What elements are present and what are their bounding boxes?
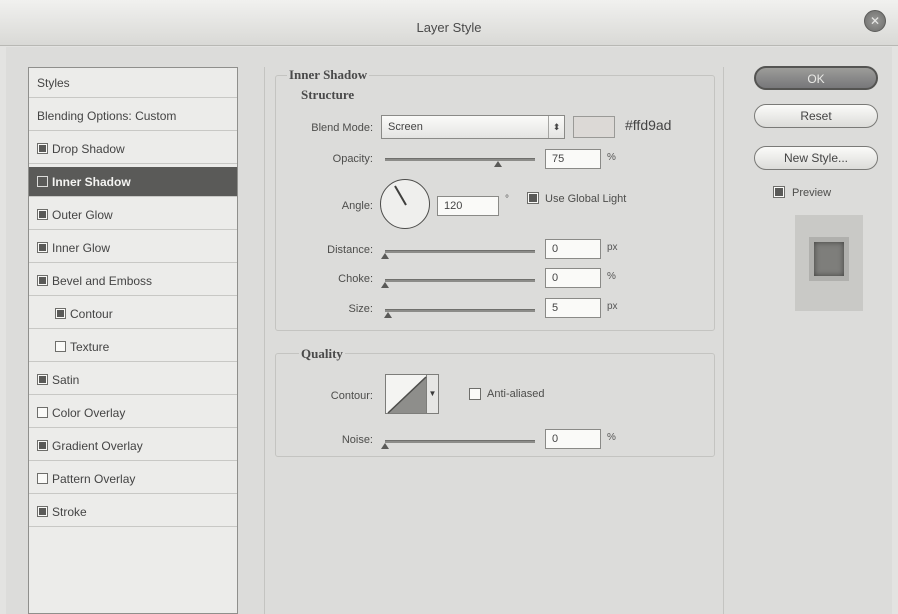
style-item-bevel-and-emboss[interactable]: Bevel and Emboss [29, 266, 237, 296]
style-item-label: Texture [70, 339, 110, 354]
anti-aliased-checkbox[interactable] [469, 388, 481, 400]
style-item-checkbox[interactable] [37, 176, 48, 187]
slider-thumb[interactable] [384, 312, 392, 318]
style-item-checkbox[interactable] [55, 341, 66, 352]
noise-field[interactable]: 0 [545, 429, 601, 449]
blending-options-item[interactable]: Blending Options: Custom [29, 101, 237, 131]
size-label: Size: [348, 303, 373, 315]
choke-label: Choke: [338, 273, 373, 285]
distance-field[interactable]: 0 [545, 239, 601, 259]
opacity-field[interactable]: 75 [545, 149, 601, 169]
style-item-label: Drop Shadow [52, 141, 125, 156]
style-item-checkbox[interactable] [37, 275, 48, 286]
style-item-checkbox[interactable] [37, 143, 48, 154]
style-item-color-overlay[interactable]: Color Overlay [29, 398, 237, 428]
style-item-inner-shadow[interactable]: Inner Shadow [29, 167, 237, 197]
preview-swatch [809, 237, 849, 281]
style-item-stroke[interactable]: Stroke [29, 497, 237, 527]
style-item-checkbox[interactable] [37, 407, 48, 418]
style-item-checkbox[interactable] [37, 440, 48, 451]
angle-needle [394, 185, 407, 206]
angle-label: Angle: [341, 200, 373, 212]
blend-mode-select[interactable]: Screen ⬍ [381, 115, 565, 139]
reset-button[interactable]: Reset [754, 104, 878, 128]
opacity-label: Opacity: [332, 153, 373, 165]
slider-thumb[interactable] [493, 161, 502, 167]
style-item-inner-glow[interactable]: Inner Glow [29, 233, 237, 263]
styles-header-label: Styles [37, 75, 70, 90]
styles-header[interactable]: Styles [29, 68, 237, 98]
style-item-checkbox[interactable] [37, 374, 48, 385]
style-item-checkbox[interactable] [37, 473, 48, 484]
style-item-label: Bevel and Emboss [52, 273, 153, 288]
close-icon[interactable]: ✕ [864, 10, 886, 32]
styles-list: Styles Blending Options: Custom Drop Sha… [28, 67, 238, 614]
distance-slider[interactable] [381, 250, 535, 259]
choke-field[interactable]: 0 [545, 268, 601, 288]
chevron-down-icon: ⬍ [548, 116, 564, 138]
angle-dial-icon[interactable] [380, 179, 430, 229]
preview-label: Preview [792, 187, 832, 199]
style-item-label: Outer Glow [52, 207, 113, 222]
opacity-slider[interactable] [385, 158, 535, 167]
size-unit: px [607, 301, 618, 312]
shadow-color-swatch[interactable] [573, 116, 615, 138]
choke-slider[interactable] [381, 279, 535, 288]
section-title: Inner Shadow [287, 67, 370, 83]
angle-unit: ° [505, 194, 509, 205]
style-item-drop-shadow[interactable]: Drop Shadow [29, 134, 237, 164]
ok-button[interactable]: OK [754, 66, 878, 90]
angle-field[interactable]: 120 [437, 196, 499, 216]
slider-thumb[interactable] [381, 443, 389, 449]
style-item-label: Satin [52, 372, 80, 387]
size-field[interactable]: 5 [545, 298, 601, 318]
style-item-satin[interactable]: Satin [29, 365, 237, 395]
contour-curve-icon[interactable] [385, 374, 427, 414]
style-item-label: Inner Glow [52, 240, 111, 255]
style-item-checkbox[interactable] [37, 242, 48, 253]
slider-thumb[interactable] [381, 282, 389, 288]
slider-thumb[interactable] [381, 253, 389, 259]
noise-label: Noise: [341, 434, 373, 446]
distance-unit: px [607, 242, 618, 253]
preview-checkbox[interactable] [773, 186, 785, 198]
style-item-label: Pattern Overlay [52, 471, 136, 486]
size-slider[interactable] [384, 309, 535, 318]
style-item-label: Inner Shadow [52, 174, 131, 189]
window-title: Layer Style [416, 20, 482, 35]
inner-shadow-panel: Inner Shadow Structure Blend Mode: Scree… [264, 67, 724, 614]
noise-slider[interactable] [381, 440, 535, 449]
use-global-light-label: Use Global Light [545, 193, 627, 205]
blend-mode-label: Blend Mode: [311, 122, 373, 134]
style-item-label: Gradient Overlay [52, 438, 143, 453]
anti-aliased-label: Anti-aliased [487, 388, 545, 400]
title-bar: Layer Style ✕ [0, 0, 898, 46]
choke-unit: % [607, 271, 616, 282]
structure-title: Structure [299, 87, 357, 103]
color-hex-text: #ffd9ad [625, 117, 672, 133]
style-item-outer-glow[interactable]: Outer Glow [29, 200, 237, 230]
style-item-texture[interactable]: Texture [29, 332, 237, 362]
chevron-down-icon[interactable]: ▼ [427, 374, 439, 414]
contour-label: Contour: [330, 390, 373, 402]
style-item-gradient-overlay[interactable]: Gradient Overlay [29, 431, 237, 461]
style-item-label: Color Overlay [52, 405, 126, 420]
style-item-contour[interactable]: Contour [29, 299, 237, 329]
new-style-button[interactable]: New Style... [754, 146, 878, 170]
blending-options-label: Blending Options: Custom [37, 108, 177, 123]
style-item-checkbox[interactable] [37, 506, 48, 517]
distance-label: Distance: [327, 244, 373, 256]
opacity-unit: % [607, 152, 616, 163]
style-preview [795, 215, 863, 311]
noise-unit: % [607, 432, 616, 443]
style-item-checkbox[interactable] [55, 308, 66, 319]
quality-title: Quality [299, 346, 345, 362]
style-item-label: Stroke [52, 504, 87, 519]
blend-mode-value: Screen [388, 121, 423, 133]
style-item-label: Contour [70, 306, 113, 321]
style-item-pattern-overlay[interactable]: Pattern Overlay [29, 464, 237, 494]
style-item-checkbox[interactable] [37, 209, 48, 220]
use-global-light-checkbox[interactable] [527, 192, 539, 204]
